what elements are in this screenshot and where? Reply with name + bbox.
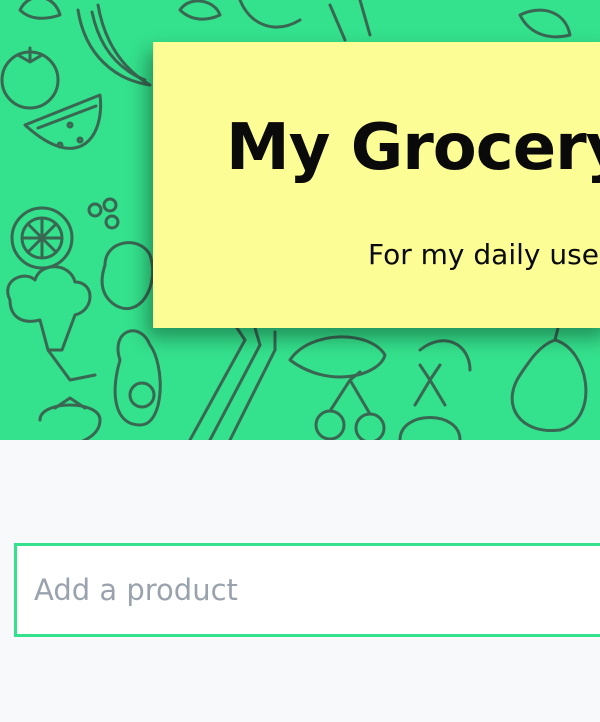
add-product-field[interactable]	[14, 543, 600, 637]
card-background	[153, 42, 600, 328]
page-title: My Grocery	[226, 111, 600, 185]
card-background-fill	[153, 42, 600, 328]
hero-banner: My Grocery For my daily use	[0, 0, 600, 440]
page-subtitle: For my daily use	[368, 238, 599, 271]
add-product-input[interactable]	[17, 546, 600, 634]
title-card: My Grocery For my daily use	[153, 42, 600, 328]
